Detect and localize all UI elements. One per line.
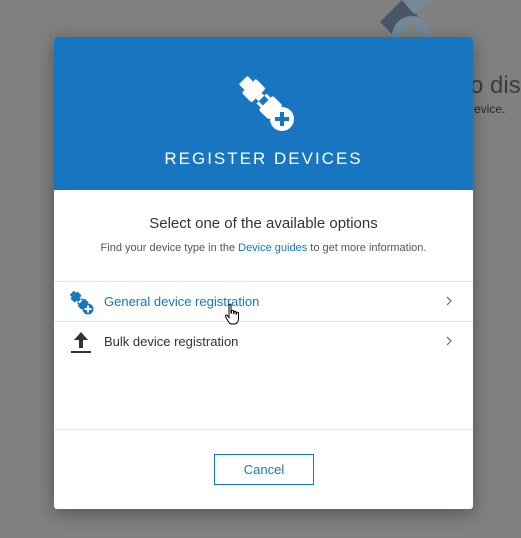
intro-section: Select one of the available options Find… — [54, 215, 473, 255]
registration-options-list: General device registration Bulk device … — [54, 281, 473, 361]
background-title: o dis — [470, 72, 521, 99]
intro-text-after: to get more information. — [307, 242, 427, 254]
plug-add-icon — [239, 76, 294, 131]
upload-icon — [71, 332, 91, 353]
option-general-device-registration[interactable]: General device registration — [54, 282, 473, 322]
device-guides-link[interactable]: Device guides — [238, 242, 307, 254]
cancel-button[interactable]: Cancel — [214, 454, 314, 485]
chevron-right-icon — [446, 336, 452, 346]
register-devices-dialog: REGISTER DEVICES Select one of the avail… — [54, 37, 473, 509]
dialog-header: REGISTER DEVICES — [54, 37, 473, 190]
dialog-footer: Cancel — [54, 429, 473, 509]
intro-heading: Select one of the available options — [149, 215, 378, 232]
background-subtitle: evice. — [474, 102, 506, 116]
intro-text-before: Find your device type in the — [100, 242, 239, 254]
option-bulk-device-registration[interactable]: Bulk device registration — [54, 322, 473, 361]
hand-pointer-cursor-icon — [224, 303, 239, 325]
option-label: Bulk device registration — [104, 334, 239, 349]
chevron-right-icon — [446, 296, 452, 306]
dialog-title: REGISTER DEVICES — [164, 149, 363, 168]
intro-text: Find your device type in the Device guid… — [54, 241, 473, 255]
plug-add-icon — [69, 290, 94, 315]
